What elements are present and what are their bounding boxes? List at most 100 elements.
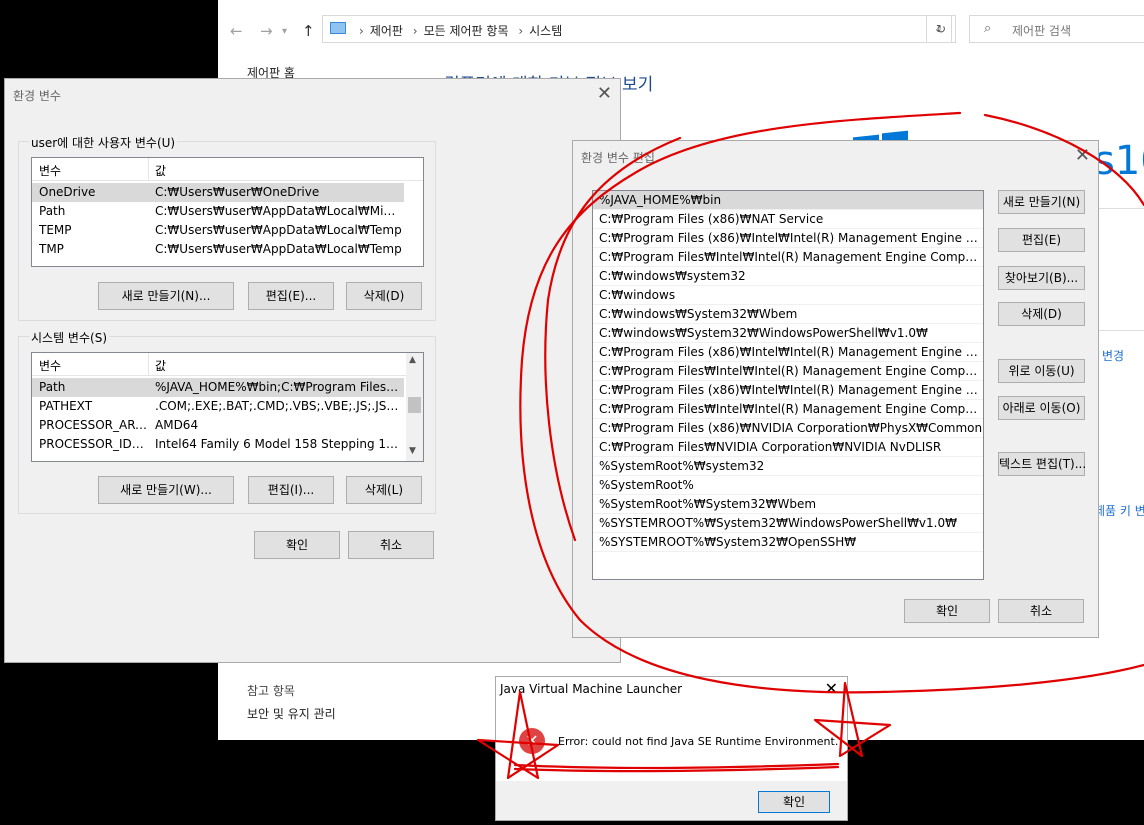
close-icon[interactable]: ✕ <box>825 679 838 698</box>
move-up-button[interactable]: 위로 이동(U) <box>998 359 1085 383</box>
cancel-button[interactable]: 취소 <box>998 599 1084 623</box>
list-item[interactable]: %SYSTEMROOT%₩System32₩OpenSSH₩ <box>593 533 983 552</box>
list-item[interactable]: %JAVA_HOME%₩bin <box>593 191 983 210</box>
table-row[interactable]: Path %JAVA_HOME%₩bin;C:₩Program Files (x… <box>32 378 404 397</box>
list-item[interactable]: %SYSTEMROOT%₩System32₩WindowsPowerShell₩… <box>593 514 983 533</box>
search-input[interactable]: ⌕ 제어판 검색 <box>969 15 1144 43</box>
dialog-title: Java Virtual Machine Launcher <box>500 682 683 696</box>
list-item[interactable]: C:₩Program Files (x86)₩NVIDIA Corporatio… <box>593 419 983 438</box>
change-settings-link[interactable]: 변경 <box>1102 347 1124 364</box>
variable-name: TEMP <box>39 223 72 237</box>
product-key-link[interactable]: 제품 키 변 <box>1094 502 1144 519</box>
edit-text-button[interactable]: 텍스트 편집(T)... <box>998 452 1086 476</box>
list-item[interactable]: C:₩Program Files (x86)₩Intel₩Intel(R) Ma… <box>593 343 983 362</box>
scroll-down-icon[interactable]: ▼ <box>409 446 416 456</box>
system-variables-label: 시스템 변수(S) <box>29 329 109 346</box>
breadcrumb-item[interactable]: 제어판 <box>370 24 403 38</box>
path-entries-list[interactable]: %JAVA_HOME%₩bin C:₩Program Files (x86)₩NA… <box>592 190 984 580</box>
table-row[interactable]: OneDrive C:₩Users₩user₩OneDrive <box>32 183 404 202</box>
address-bar[interactable]: › 제어판 › 모든 제어판 항목 › 시스템 ⌄ <box>322 15 952 43</box>
list-item[interactable]: %SystemRoot% <box>593 476 983 495</box>
variable-value: C:₩Users₩user₩OneDrive <box>155 185 320 199</box>
error-message: Error: could not find Java SE Runtime En… <box>558 735 839 748</box>
edit-environment-variable-dialog: 환경 변수 편집 ✕ %JAVA_HOME%₩bin C:₩Program Fil… <box>572 140 1099 638</box>
list-header: 변수 값 <box>32 158 423 181</box>
variable-name: PROCESSOR_ARC... <box>39 418 149 432</box>
delete-button[interactable]: 삭제(D) <box>998 302 1085 326</box>
security-maintenance-link[interactable]: 보안 및 유지 관리 <box>247 705 336 722</box>
list-item[interactable]: C:₩windows <box>593 286 983 305</box>
dialog-footer: 확인 <box>496 781 847 820</box>
list-item[interactable]: %SystemRoot%₩system32 <box>593 457 983 476</box>
system-edit-button[interactable]: 편집(I)... <box>248 476 334 504</box>
list-item[interactable]: C:₩Program Files (x86)₩Intel₩Intel(R) Ma… <box>593 229 983 248</box>
system-delete-button[interactable]: 삭제(L) <box>346 476 422 504</box>
column-header-value[interactable]: 값 <box>155 357 166 374</box>
search-icon: ⌕ <box>984 21 992 36</box>
computer-icon <box>330 22 346 34</box>
dialog-title: 환경 변수 <box>13 89 61 103</box>
list-item[interactable]: C:₩Program Files₩Intel₩Intel(R) Manageme… <box>593 248 983 267</box>
column-header-variable[interactable]: 변수 <box>39 162 61 179</box>
variable-value: .COM;.EXE;.BAT;.CMD;.VBS;.VBE;.JS;.JSE;.… <box>155 399 400 413</box>
variable-name: PROCESSOR_IDEN... <box>39 437 151 451</box>
list-header: 변수 값 <box>32 353 423 376</box>
scroll-up-icon[interactable]: ▲ <box>409 355 416 365</box>
system-variables-group: 시스템 변수(S) 변수 값 Path %JAVA_HOME%₩bin;C:₩P… <box>18 329 436 514</box>
scrollbar[interactable]: ▲ ▼ <box>406 353 423 461</box>
breadcrumb: › 제어판 › 모든 제어판 항목 › 시스템 <box>359 24 563 38</box>
system-new-button[interactable]: 새로 만들기(W)... <box>98 476 234 504</box>
column-header-value[interactable]: 값 <box>155 162 166 179</box>
ok-button[interactable]: 확인 <box>254 531 340 559</box>
user-variables-group: user에 대한 사용자 변수(U) 변수 값 OneDrive C:₩User… <box>18 134 436 321</box>
scrollbar-thumb[interactable] <box>408 397 421 413</box>
variable-name: OneDrive <box>39 185 96 199</box>
variable-value: C:₩Users₩user₩AppData₩Local₩Temp <box>155 242 402 256</box>
close-icon[interactable]: ✕ <box>1075 145 1090 166</box>
variable-name: Path <box>39 204 66 218</box>
column-header-variable[interactable]: 변수 <box>39 357 61 374</box>
refresh-button[interactable]: ↻ <box>926 15 956 43</box>
variable-value: C:₩Users₩user₩AppData₩Local₩Temp <box>155 223 402 237</box>
variable-value: %JAVA_HOME%₩bin;C:₩Program Files (x8... <box>155 380 400 394</box>
edit-button[interactable]: 편집(E) <box>998 228 1085 252</box>
user-new-button[interactable]: 새로 만들기(N)... <box>98 282 234 310</box>
list-item[interactable]: C:₩windows₩system32 <box>593 267 983 286</box>
browse-button[interactable]: 찾아보기(B)... <box>998 266 1085 290</box>
back-arrow-icon[interactable]: ← <box>230 22 243 40</box>
list-item[interactable]: %SystemRoot%₩System32₩Wbem <box>593 495 983 514</box>
system-variables-list[interactable]: 변수 값 Path %JAVA_HOME%₩bin;C:₩Program Fil… <box>31 352 424 462</box>
list-item[interactable]: C:₩Program Files₩Intel₩Intel(R) Manageme… <box>593 362 983 381</box>
list-item[interactable]: C:₩windows₩System32₩WindowsPowerShell₩v1… <box>593 324 983 343</box>
forward-arrow-icon[interactable]: → <box>260 22 273 40</box>
user-delete-button[interactable]: 삭제(D) <box>346 282 422 310</box>
cancel-button[interactable]: 취소 <box>348 531 434 559</box>
list-item[interactable]: C:₩Program Files (x86)₩NAT Service <box>593 210 983 229</box>
breadcrumb-item[interactable]: 시스템 <box>529 24 562 38</box>
windows-edition-text: s10 <box>1094 138 1144 184</box>
list-item[interactable]: C:₩Program Files₩NVIDIA Corporation₩NVID… <box>593 438 983 457</box>
table-row[interactable]: PATHEXT .COM;.EXE;.BAT;.CMD;.VBS;.VBE;.J… <box>32 397 404 416</box>
table-row[interactable]: TMP C:₩Users₩user₩AppData₩Local₩Temp <box>32 240 404 259</box>
user-edit-button[interactable]: 편집(E)... <box>248 282 334 310</box>
error-icon: ✕ <box>519 728 545 754</box>
java-launcher-error-dialog: Java Virtual Machine Launcher ✕ ✕ Error:… <box>495 676 848 821</box>
user-variables-list[interactable]: 변수 값 OneDrive C:₩Users₩user₩OneDrive Pat… <box>31 157 424 267</box>
breadcrumb-item[interactable]: 모든 제어판 항목 <box>424 24 509 38</box>
ok-button[interactable]: 확인 <box>904 599 990 623</box>
list-item[interactable]: C:₩Program Files₩Intel₩Intel(R) Manageme… <box>593 400 983 419</box>
table-row[interactable]: PROCESSOR_IDEN... Intel64 Family 6 Model… <box>32 435 404 454</box>
new-button[interactable]: 새로 만들기(N) <box>998 190 1085 214</box>
table-row[interactable]: TEMP C:₩Users₩user₩AppData₩Local₩Temp <box>32 221 404 240</box>
dialog-title: 환경 변수 편집 <box>581 151 655 165</box>
up-arrow-icon[interactable]: ↑ <box>302 22 315 40</box>
ok-button[interactable]: 확인 <box>758 791 830 813</box>
move-down-button[interactable]: 아래로 이동(O) <box>998 396 1085 420</box>
list-item[interactable]: C:₩Program Files (x86)₩Intel₩Intel(R) Ma… <box>593 381 983 400</box>
divider <box>1098 208 1144 209</box>
table-row[interactable]: PROCESSOR_ARC... AMD64 <box>32 416 404 435</box>
list-item[interactable]: C:₩windows₩System32₩Wbem <box>593 305 983 324</box>
recent-dropdown-icon[interactable]: ▾ <box>282 26 287 37</box>
table-row[interactable]: Path C:₩Users₩user₩AppData₩Local₩Microso… <box>32 202 404 221</box>
close-icon[interactable]: ✕ <box>597 83 612 104</box>
